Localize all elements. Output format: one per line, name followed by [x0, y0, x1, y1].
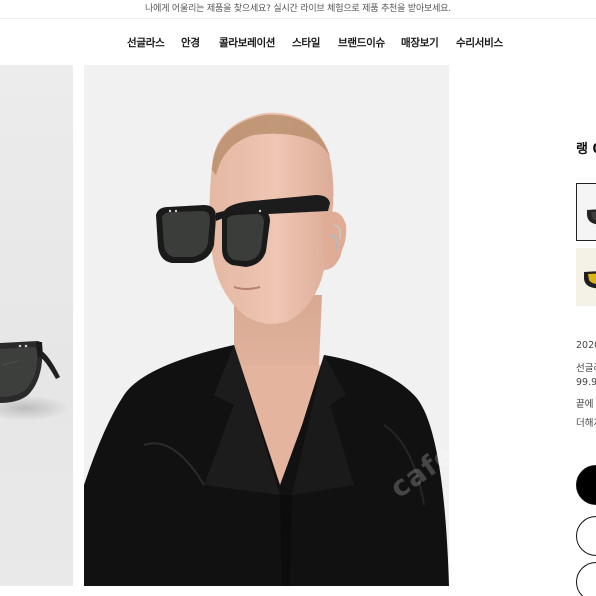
product-desc-line-5: 더해져 [576, 418, 596, 429]
nav-item-glasses[interactable]: 안경 [181, 35, 200, 50]
yellow-sunglasses-thumb-icon [584, 271, 596, 289]
sunglasses-product-image [0, 341, 60, 403]
product-desc-line-4: 끝에 [576, 399, 594, 410]
product-photo-model[interactable]: cafe.n [84, 65, 449, 586]
nav-item-collaboration[interactable]: 콜라보레이션 [219, 35, 275, 50]
main-nav-list: 선글라스 안경 콜라보레이션 스타일 브랜드이슈 매장보기 수리서비스 [0, 19, 596, 65]
nav-item-style[interactable]: 스타일 [292, 35, 320, 50]
product-desc-line-1: 2020 [576, 340, 596, 351]
nav-item-sunglasses[interactable]: 선글라스 [127, 35, 165, 50]
nav-item-repair-service[interactable]: 수리서비스 [456, 35, 503, 50]
color-thumb-yellow[interactable] [576, 248, 596, 306]
black-sunglasses-thumb-icon [587, 209, 596, 225]
model-wearing-sunglasses-image [84, 65, 449, 586]
option-button-1[interactable] [576, 516, 596, 556]
product-info-panel: 랭 0 2020 선글라 99.9% 끝에 더해져 [572, 65, 596, 596]
product-gallery[interactable]: cafe.n 랭 0 2020 선글라 99.9% 끝에 더해져 [0, 65, 596, 596]
product-desc-line-2: 선글라 [576, 363, 596, 374]
product-title: 랭 0 [576, 142, 596, 157]
nav-item-brand-issue[interactable]: 브랜드이슈 [338, 35, 385, 50]
color-thumb-black[interactable] [576, 183, 596, 241]
color-swatch-black-button[interactable] [576, 465, 596, 505]
main-nav: 선글라스 안경 콜라보레이션 스타일 브랜드이슈 매장보기 수리서비스 [0, 19, 596, 65]
product-desc-line-3: 99.9% [576, 377, 596, 388]
option-button-2[interactable] [576, 562, 596, 596]
promo-text: 나에게 어울리는 제품을 찾으세요? 실시간 라이브 체험으로 제품 추천을 받… [145, 4, 451, 14]
promo-bar[interactable]: 나에게 어울리는 제품을 찾으세요? 실시간 라이브 체험으로 제품 추천을 받… [0, 0, 596, 19]
nav-item-store-locator[interactable]: 매장보기 [401, 35, 439, 50]
product-photo-sunglasses[interactable] [0, 65, 73, 586]
